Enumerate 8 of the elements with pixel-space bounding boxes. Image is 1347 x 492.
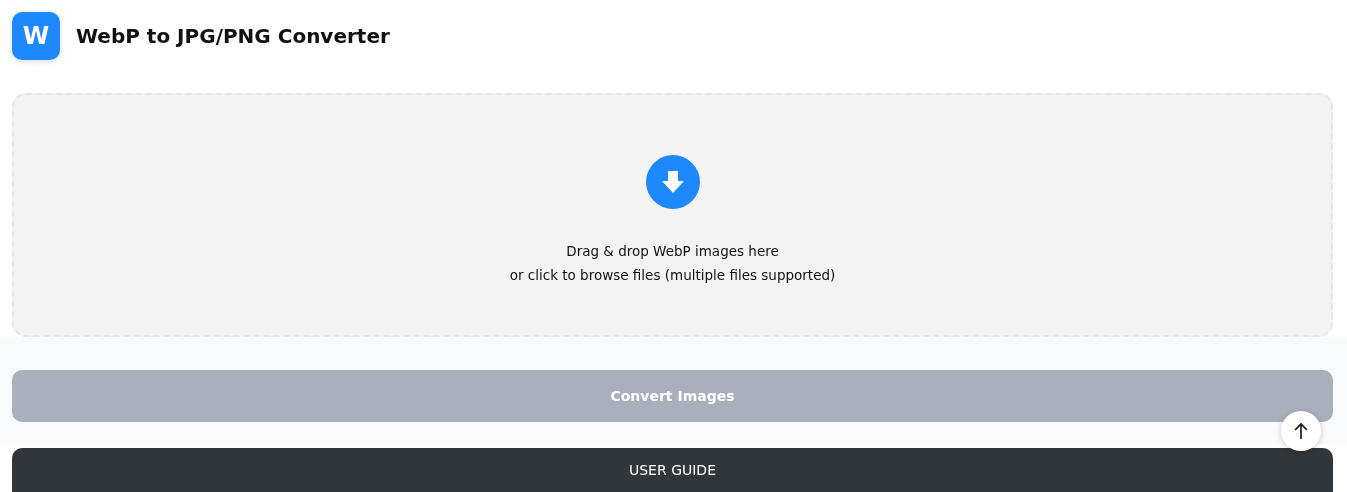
arrow-up-icon: [1293, 422, 1309, 440]
user-guide-button[interactable]: USER GUIDE: [12, 448, 1333, 492]
drop-instruction: or click to browse files (multiple files supported): [509, 266, 836, 285]
app-logo: W: [12, 12, 60, 60]
download-icon: [645, 155, 700, 209]
drop-zone[interactable]: Drag & drop WebP images here or click to browse files (multiple files supported): [12, 93, 1333, 337]
drop-instruction: Drag & drop WebP images here: [566, 242, 779, 261]
page-title: WebP to JPG/PNG Converter: [76, 24, 390, 48]
